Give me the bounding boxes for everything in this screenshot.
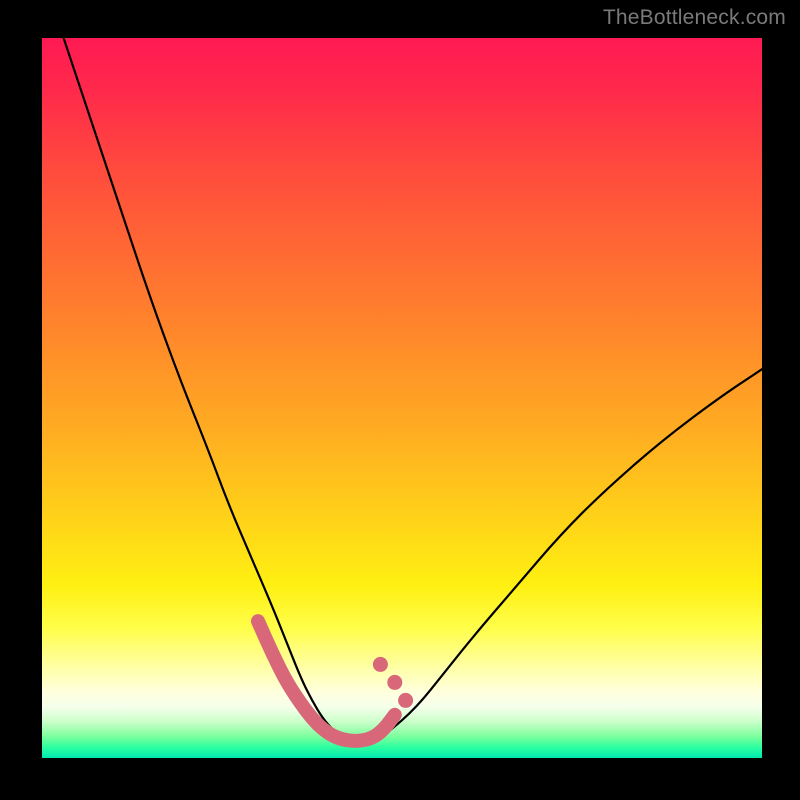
pink-dot [387, 675, 402, 690]
pink-dot-cluster [373, 657, 413, 708]
pink-highlight [258, 621, 395, 741]
pink-dot [398, 693, 413, 708]
curve-layer [42, 38, 762, 758]
black-curve [64, 38, 762, 742]
watermark-text: TheBottleneck.com [603, 6, 786, 30]
pink-dot [373, 657, 388, 672]
chart-frame: TheBottleneck.com [0, 0, 800, 800]
plot-area [42, 38, 762, 758]
